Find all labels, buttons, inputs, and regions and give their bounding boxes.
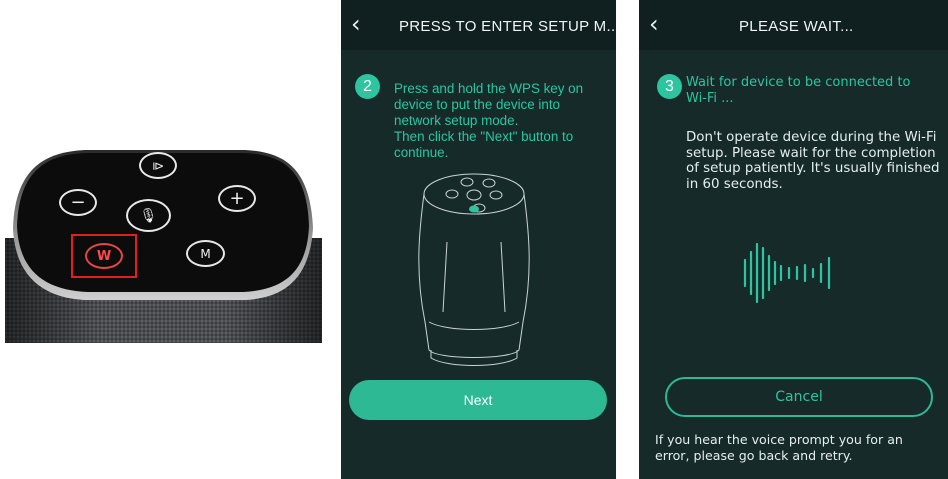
- speaker-outline-illustration: [418, 173, 530, 366]
- setup-screen-step-3: ‹ PLEASE WAIT... 3 Wait for device to be…: [639, 0, 948, 479]
- page-title: PRESS TO ENTER SETUP M...: [399, 18, 616, 35]
- step-badge: 2: [355, 74, 380, 99]
- step-instructions: Wait for device to be connected to Wi-Fi…: [686, 75, 948, 107]
- speaker-photo: ⧐ − 🎙 + M W: [5, 148, 322, 343]
- next-button[interactable]: Next: [349, 380, 607, 420]
- setup-notice: Don't operate device during the Wi-Fi se…: [686, 130, 948, 192]
- volume-down-key: −: [59, 189, 97, 216]
- step-line: continue.: [394, 145, 449, 160]
- step-line: Then click the "Next" button to: [394, 129, 574, 144]
- play-pause-icon: ⧐: [152, 158, 164, 173]
- mode-icon: M: [200, 246, 211, 261]
- step-line: Wait for device to be connected to: [686, 75, 911, 90]
- screen-header: ‹ PRESS TO ENTER SETUP M...: [341, 0, 616, 50]
- note-line: If you hear the voice prompt you for an: [655, 432, 903, 447]
- notice-line: Don't operate device during the Wi-Fi: [686, 130, 937, 145]
- notice-line: setup. Please wait for the completion: [686, 145, 936, 161]
- minus-icon: −: [70, 192, 86, 213]
- notice-line: of setup patiently. It's usually finishe…: [686, 161, 940, 176]
- mode-key: M: [186, 240, 225, 267]
- plus-icon: +: [229, 188, 245, 209]
- volume-up-key: +: [218, 185, 256, 212]
- step-line: Wi-Fi ...: [686, 91, 734, 106]
- page-title: PLEASE WAIT...: [739, 18, 854, 35]
- step-line: device to put the device into: [394, 97, 561, 112]
- note-line: error, please go back and retry.: [655, 448, 853, 463]
- wps-key: W: [85, 243, 123, 269]
- wps-icon: W: [96, 248, 112, 264]
- error-retry-note: If you hear the voice prompt you for an …: [655, 432, 945, 464]
- cancel-button[interactable]: Cancel: [665, 377, 933, 417]
- back-icon[interactable]: ‹: [351, 12, 361, 36]
- sound-wave-icon: [743, 242, 831, 304]
- step-badge: 3: [657, 74, 682, 99]
- screen-header: ‹ PLEASE WAIT...: [639, 0, 948, 50]
- step-line: network setup mode.: [394, 113, 519, 128]
- microphone-key: 🎙: [126, 199, 171, 232]
- notice-line: in 60 seconds.: [686, 176, 783, 192]
- play-pause-key: ⧐: [139, 152, 177, 179]
- step-instructions: Press and hold the WPS key on device to …: [394, 81, 614, 161]
- step-line: Press and hold the WPS key on: [394, 81, 584, 96]
- microphone-icon: 🎙: [139, 207, 158, 224]
- setup-screen-step-2: ‹ PRESS TO ENTER SETUP M... 2 Press and …: [341, 0, 616, 479]
- back-icon[interactable]: ‹: [649, 12, 659, 36]
